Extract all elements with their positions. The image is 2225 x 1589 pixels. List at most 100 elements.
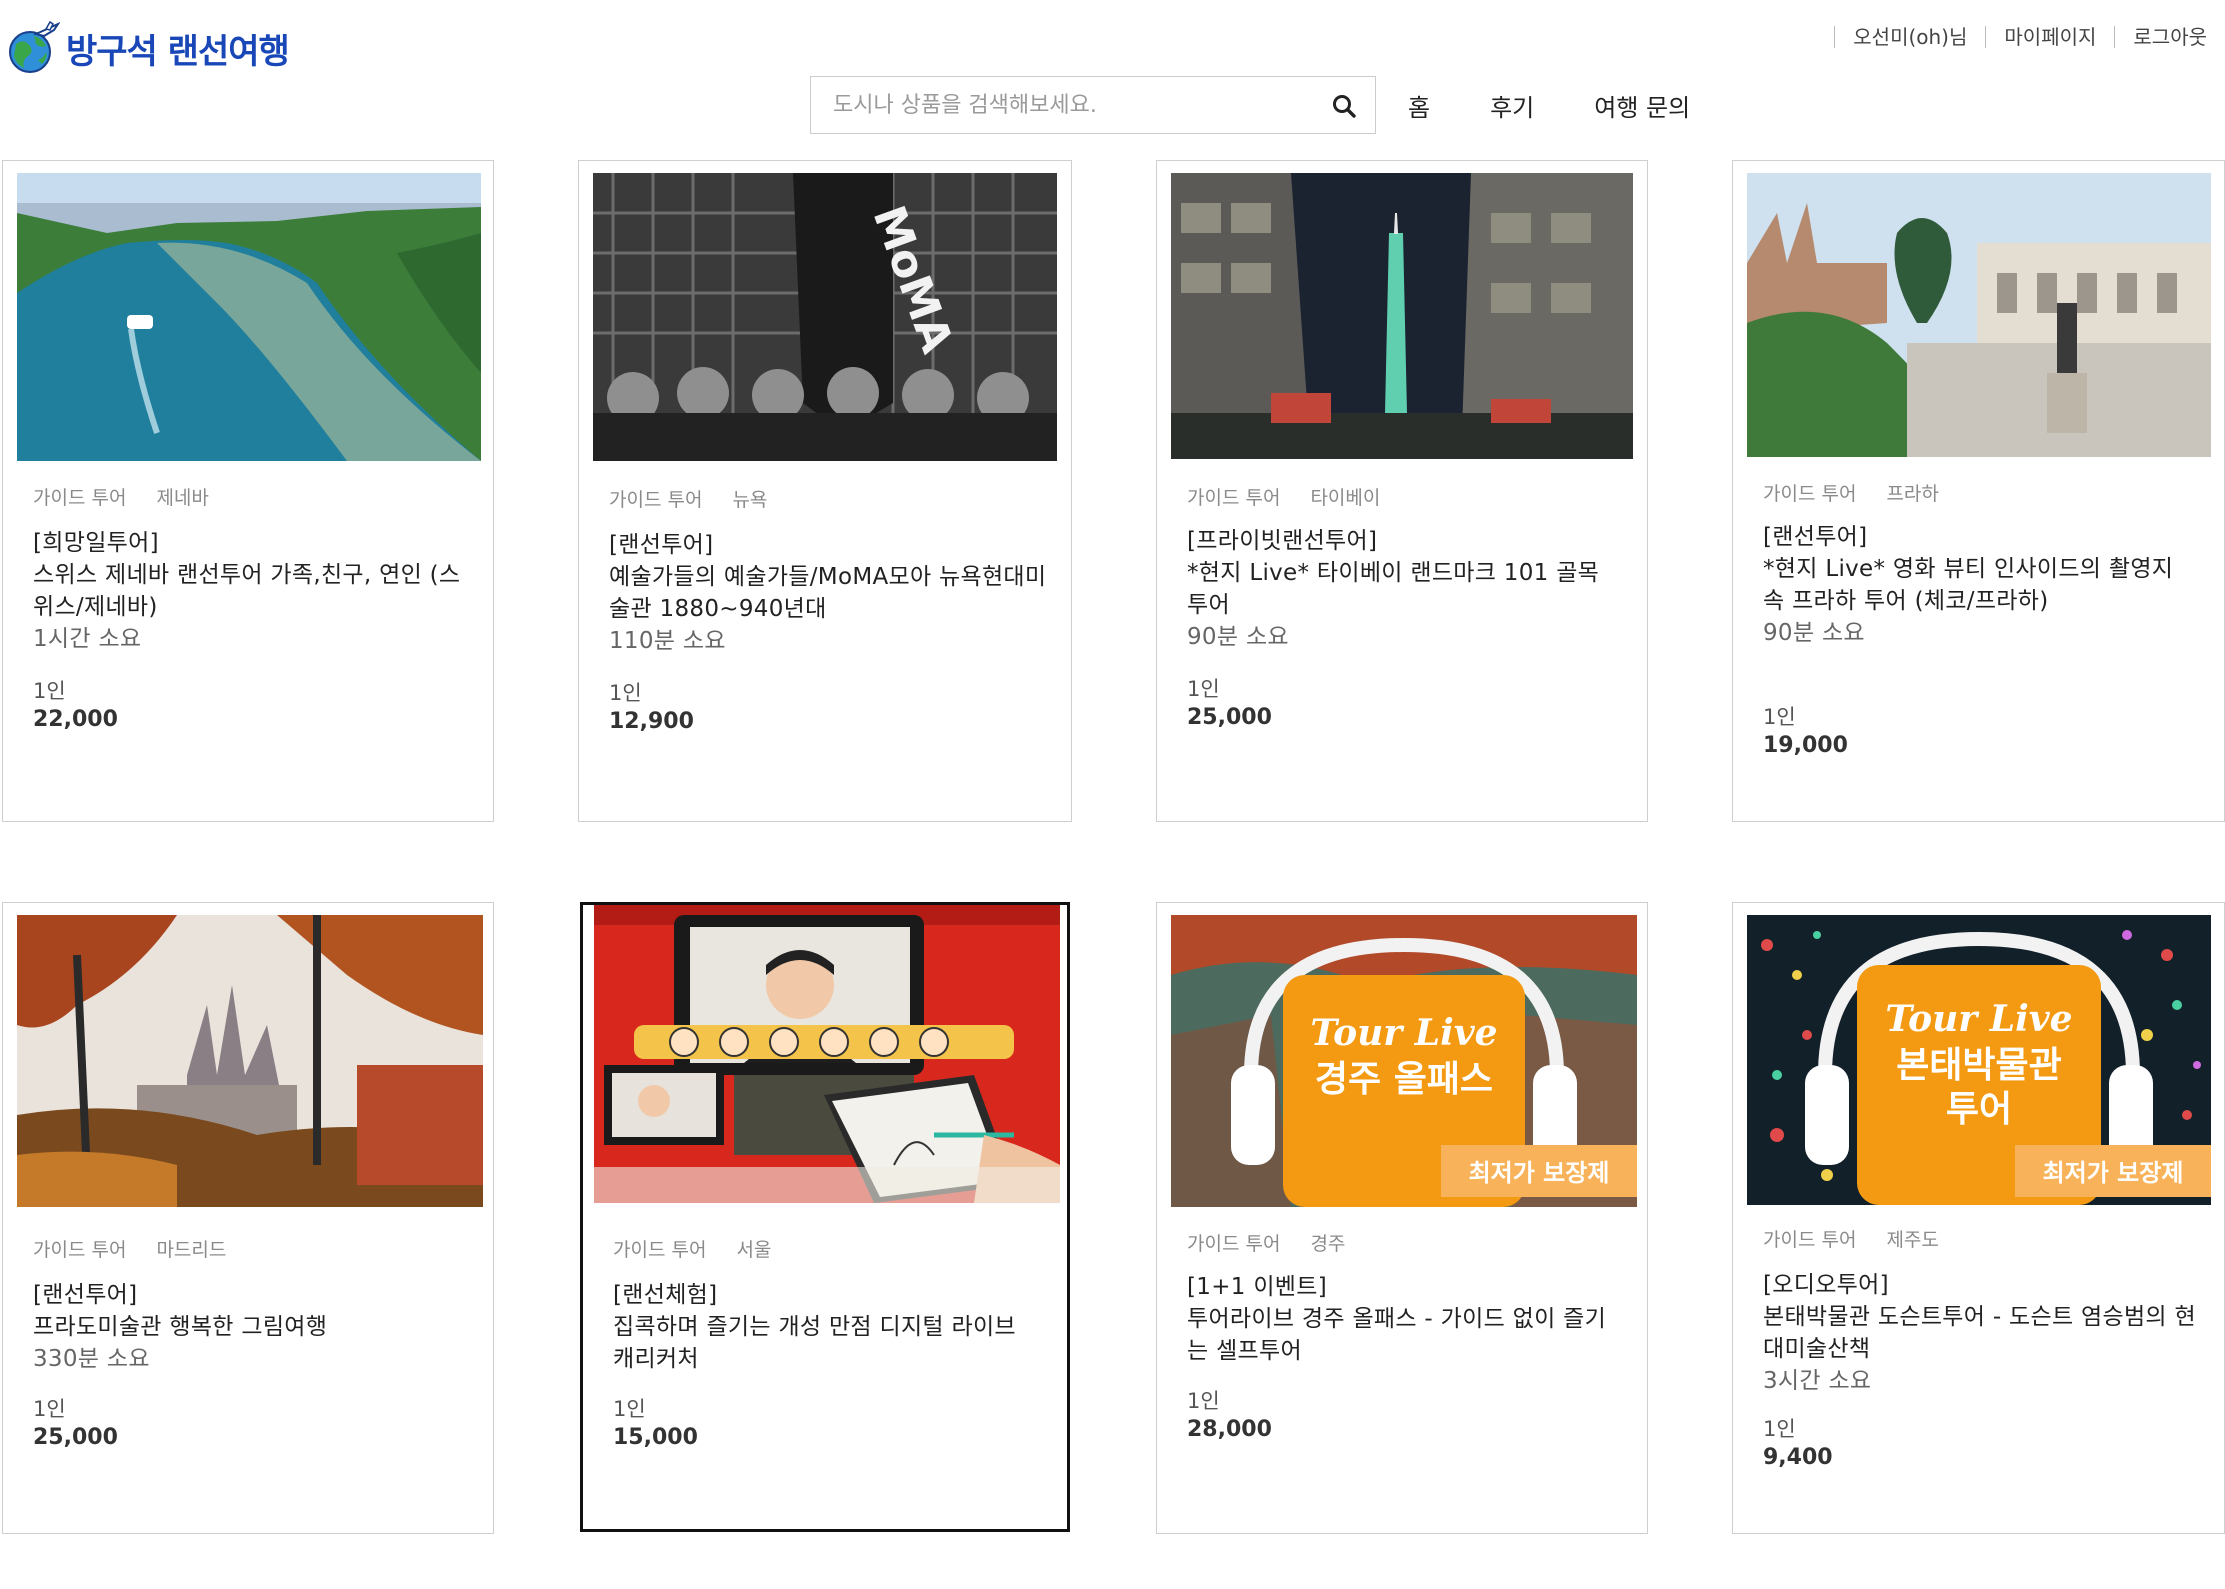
globe-plane-icon bbox=[9, 20, 60, 73]
category-label: 가이드 투어 bbox=[1763, 1229, 1857, 1251]
product-tag: [프라이빗랜선투어] bbox=[1187, 528, 1378, 554]
product-image[interactable] bbox=[17, 915, 483, 1207]
nav-reviews[interactable]: 후기 bbox=[1490, 88, 1534, 123]
search-box bbox=[810, 76, 1376, 134]
banner-title-line-1: 본태박물관 bbox=[1896, 1045, 2062, 1086]
product-price: 12,900 bbox=[609, 709, 694, 734]
product-card[interactable]: Tour Live 경주 올패스 최저가 보장제 가이드 투어 경주 [1+1 이… bbox=[1156, 902, 1648, 1534]
city-label: 뉴욕 bbox=[732, 489, 768, 511]
banner-brand: Tour Live bbox=[1885, 998, 2072, 1040]
nav-inquiry[interactable]: 여행 문의 bbox=[1594, 88, 1690, 123]
product-image[interactable]: Tour Live 본태박물관 투어 최저가 보장제 bbox=[1747, 915, 2211, 1205]
product-pax: 1인 bbox=[1187, 1389, 1220, 1413]
prague-square-photo bbox=[1747, 173, 2211, 457]
product-duration: 1시간 소요 bbox=[33, 626, 142, 652]
search-input[interactable] bbox=[811, 77, 1313, 133]
product-title-text: 본태박물관 도슨트투어 - 도슨트 염승범의 현대미술산책 bbox=[1763, 1304, 2196, 1362]
product-pax: 1인 bbox=[609, 681, 642, 705]
banner-badge: 최저가 보장제 bbox=[2043, 1159, 2184, 1187]
city-label: 마드리드 bbox=[156, 1239, 227, 1261]
product-pax: 1인 bbox=[33, 679, 66, 703]
city-label: 경주 bbox=[1310, 1233, 1346, 1255]
product-title-text: *현지 Live* 타이베이 랜드마크 101 골목 투어 bbox=[1187, 560, 1600, 618]
product-duration: 90분 소요 bbox=[1187, 624, 1289, 650]
banner-badge: 최저가 보장제 bbox=[1469, 1159, 1610, 1187]
product-image[interactable] bbox=[1747, 173, 2211, 457]
product-title[interactable]: [랜선투어] 예술가들의 예술가들/MoMA모아 뉴욕현대미술관 1880~94… bbox=[609, 529, 1047, 657]
search-icon[interactable] bbox=[1331, 93, 1357, 119]
product-title-text: 스위스 제네바 랜선투어 가족,친구, 연인 (스위스/제네바) bbox=[33, 562, 461, 620]
main-nav: 홈 후기 여행 문의 bbox=[1408, 88, 1690, 123]
product-price: 28,000 bbox=[1187, 1417, 1272, 1442]
product-image[interactable] bbox=[594, 905, 1060, 1203]
product-meta: 가이드 투어 타이베이 bbox=[1187, 483, 1380, 510]
category-label: 가이드 투어 bbox=[33, 1239, 127, 1261]
product-image[interactable]: Tour Live 경주 올패스 최저가 보장제 bbox=[1171, 915, 1637, 1207]
product-card-selected[interactable]: 가이드 투어 서울 [랜선체험] 집콕하며 즐기는 개성 만점 디지털 라이브 캐… bbox=[580, 902, 1070, 1532]
product-image[interactable] bbox=[1171, 173, 1633, 459]
category-label: 가이드 투어 bbox=[1187, 1233, 1281, 1255]
product-title[interactable]: [희망일투어] 스위스 제네바 랜선투어 가족,친구, 연인 (스위스/제네바)… bbox=[33, 527, 469, 655]
nav-home[interactable]: 홈 bbox=[1408, 88, 1430, 123]
product-pax: 1인 bbox=[33, 1397, 66, 1421]
city-label: 제네바 bbox=[156, 487, 209, 509]
product-card[interactable]: Tour Live 본태박물관 투어 최저가 보장제 가이드 투어 제주도 [오디… bbox=[1732, 902, 2225, 1534]
product-card[interactable]: 가이드 투어 프라하 [랜선투어] *현지 Live* 영화 뷰티 인사이드의 촬… bbox=[1732, 160, 2225, 822]
product-price: 25,000 bbox=[1187, 705, 1272, 730]
user-links: 오선미(oh)님 마이페이지 로그아웃 bbox=[1834, 26, 2225, 48]
product-price: 19,000 bbox=[1763, 733, 1848, 758]
product-meta: 가이드 투어 제네바 bbox=[33, 483, 209, 510]
city-label: 프라하 bbox=[1886, 483, 1939, 505]
product-title[interactable]: [프라이빗랜선투어] *현지 Live* 타이베이 랜드마크 101 골목 투어… bbox=[1187, 525, 1623, 653]
product-pax: 1인 bbox=[1763, 705, 1796, 729]
product-price: 22,000 bbox=[33, 707, 118, 732]
category-label: 가이드 투어 bbox=[1187, 487, 1281, 509]
product-title-text: 프라도미술관 행복한 그림여행 bbox=[33, 1314, 328, 1340]
banner-title: 경주 올패스 bbox=[1315, 1059, 1493, 1100]
tourlive-gyeongju-banner: Tour Live 경주 올패스 최저가 보장제 bbox=[1171, 915, 1637, 1207]
mypage-link[interactable]: 마이페이지 bbox=[1985, 26, 2114, 48]
category-label: 가이드 투어 bbox=[1763, 483, 1857, 505]
taipei-101-photo bbox=[1171, 173, 1633, 459]
product-tag: [랜선투어] bbox=[1763, 524, 1868, 550]
product-duration: 90분 소요 bbox=[1763, 620, 1865, 646]
product-tag: [희망일투어] bbox=[33, 530, 159, 556]
caricature-photo bbox=[594, 905, 1060, 1203]
product-meta: 가이드 투어 경주 bbox=[1187, 1229, 1345, 1256]
product-pax: 1인 bbox=[1763, 1417, 1796, 1441]
autumn-castle-photo bbox=[17, 915, 483, 1207]
product-card[interactable]: 가이드 투어 제네바 [희망일투어] 스위스 제네바 랜선투어 가족,친구, 연인… bbox=[2, 160, 494, 822]
banner-title-line-2: 투어 bbox=[1946, 1089, 2012, 1130]
river-photo bbox=[17, 173, 481, 461]
product-title[interactable]: [오디오투어] 본태박물관 도슨트투어 - 도슨트 염승범의 현대미술산책 3시… bbox=[1763, 1269, 2200, 1397]
product-tag: [오디오투어] bbox=[1763, 1272, 1889, 1298]
logout-link[interactable]: 로그아웃 bbox=[2114, 26, 2225, 48]
city-label: 제주도 bbox=[1886, 1229, 1939, 1251]
product-title[interactable]: [랜선투어] *현지 Live* 영화 뷰티 인사이드의 촬영지 속 프라하 투… bbox=[1763, 521, 2200, 649]
product-meta: 가이드 투어 서울 bbox=[613, 1235, 771, 1262]
product-pax: 1인 bbox=[1187, 677, 1220, 701]
product-title-text: 예술가들의 예술가들/MoMA모아 뉴욕현대미술관 1880~940년대 bbox=[609, 564, 1047, 622]
product-meta: 가이드 투어 뉴욕 bbox=[609, 485, 767, 512]
product-title[interactable]: [랜선체험] 집콕하며 즐기는 개성 만점 디지털 라이브 캐리커처 bbox=[613, 1279, 1043, 1375]
site-logo[interactable]: 방구석 랜선여행 bbox=[4, 20, 290, 76]
product-title-text: *현지 Live* 영화 뷰티 인사이드의 촬영지 속 프라하 투어 (체코/프… bbox=[1763, 556, 2174, 614]
product-image[interactable] bbox=[17, 173, 481, 461]
product-tag: [랜선투어] bbox=[33, 1282, 138, 1308]
category-label: 가이드 투어 bbox=[609, 489, 703, 511]
product-price: 25,000 bbox=[33, 1425, 118, 1450]
product-image[interactable]: MoMA bbox=[593, 173, 1057, 461]
product-card[interactable]: 가이드 투어 마드리드 [랜선투어] 프라도미술관 행복한 그림여행 330분 소… bbox=[2, 902, 494, 1534]
product-card[interactable]: MoMA 가이드 투어 뉴욕 [랜선투어] 예술가들의 예술가들/MoMA모아 뉴… bbox=[578, 160, 1072, 822]
header: 방구석 랜선여행 오선미(oh)님 마이페이지 로그아웃 홈 후기 여행 문의 bbox=[0, 0, 2225, 150]
product-card[interactable]: 가이드 투어 타이베이 [프라이빗랜선투어] *현지 Live* 타이베이 랜드마… bbox=[1156, 160, 1648, 822]
user-name-link[interactable]: 오선미(oh)님 bbox=[1834, 26, 1985, 48]
product-title[interactable]: [랜선투어] 프라도미술관 행복한 그림여행 330분 소요 bbox=[33, 1279, 469, 1375]
product-duration: 330분 소요 bbox=[33, 1346, 150, 1372]
product-title[interactable]: [1+1 이벤트] 투어라이브 경주 올패스 - 가이드 없이 즐기는 셀프투어 bbox=[1187, 1271, 1623, 1367]
product-duration: 110분 소요 bbox=[609, 628, 726, 654]
city-label: 서울 bbox=[736, 1239, 772, 1261]
product-meta: 가이드 투어 프라하 bbox=[1763, 479, 1939, 506]
category-label: 가이드 투어 bbox=[613, 1239, 707, 1261]
product-tag: [랜선체험] bbox=[613, 1282, 718, 1308]
